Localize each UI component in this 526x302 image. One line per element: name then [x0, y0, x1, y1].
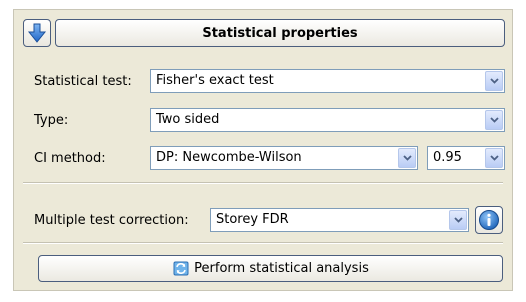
confidence-level-value: 0.95 [433, 150, 462, 165]
confidence-level-select[interactable]: 0.95 [427, 146, 505, 170]
multiple-test-correction-dropdown-button[interactable] [449, 210, 467, 230]
chevron-down-icon [489, 117, 499, 123]
statistical-properties-panel: Statistical properties Statistical test:… [13, 9, 513, 291]
perform-statistical-analysis-button[interactable]: Perform statistical analysis [38, 255, 503, 282]
perform-statistical-analysis-label: Perform statistical analysis [194, 261, 369, 276]
refresh-icon [173, 261, 189, 275]
multiple-test-correction-label: Multiple test correction: [34, 213, 189, 228]
collapse-button[interactable] [23, 19, 51, 47]
statistical-test-select[interactable]: Fisher's exact test [150, 69, 505, 93]
chevron-down-icon [402, 155, 412, 161]
arrow-down-icon [27, 23, 47, 43]
chevron-down-icon [489, 78, 499, 84]
ci-method-value: DP: Newcombe-Wilson [156, 150, 302, 165]
statistical-test-value: Fisher's exact test [156, 73, 274, 88]
ci-method-label: CI method: [34, 151, 106, 166]
info-icon [479, 210, 499, 230]
divider [23, 182, 503, 184]
info-button[interactable] [475, 206, 503, 234]
panel-title[interactable]: Statistical properties [55, 19, 505, 47]
panel-title-text: Statistical properties [202, 25, 358, 41]
confidence-level-dropdown-button[interactable] [485, 148, 503, 168]
type-dropdown-button[interactable] [485, 110, 503, 130]
ci-method-select[interactable]: DP: Newcombe-Wilson [150, 146, 418, 170]
chevron-down-icon [489, 155, 499, 161]
multiple-test-correction-select[interactable]: Storey FDR [210, 208, 469, 232]
chevron-down-icon [453, 217, 463, 223]
statistical-test-label: Statistical test: [34, 74, 132, 89]
divider [23, 242, 503, 244]
type-label: Type: [34, 113, 69, 128]
multiple-test-correction-value: Storey FDR [216, 212, 289, 227]
type-select[interactable]: Two sided [150, 108, 505, 132]
statistical-test-dropdown-button[interactable] [485, 71, 503, 91]
type-value: Two sided [156, 112, 220, 127]
ci-method-dropdown-button[interactable] [398, 148, 416, 168]
